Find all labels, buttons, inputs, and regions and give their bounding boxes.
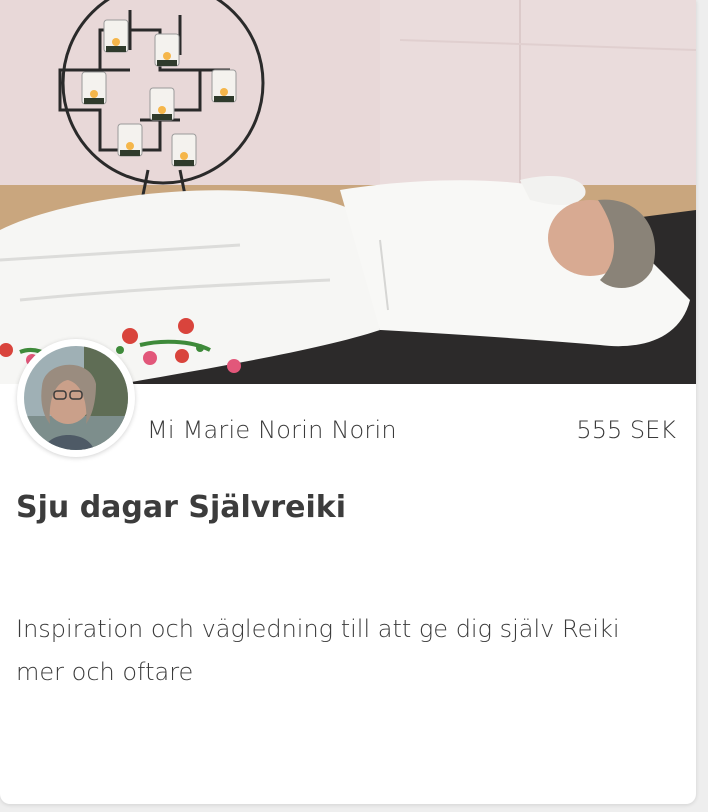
author-avatar[interactable]	[17, 339, 135, 457]
course-image[interactable]	[0, 0, 696, 384]
author-photo	[24, 346, 128, 450]
course-description: Inspiration och vägledning till att ge d…	[16, 615, 620, 686]
course-title[interactable]: Sju dagar Självreiki	[16, 490, 346, 525]
course-card[interactable]: Mi Marie Norin Norin 555 SEK Sju dagar S…	[0, 0, 696, 804]
course-price: 555 SEK	[576, 416, 676, 444]
author-name[interactable]: Mi Marie Norin Norin	[147, 416, 397, 444]
